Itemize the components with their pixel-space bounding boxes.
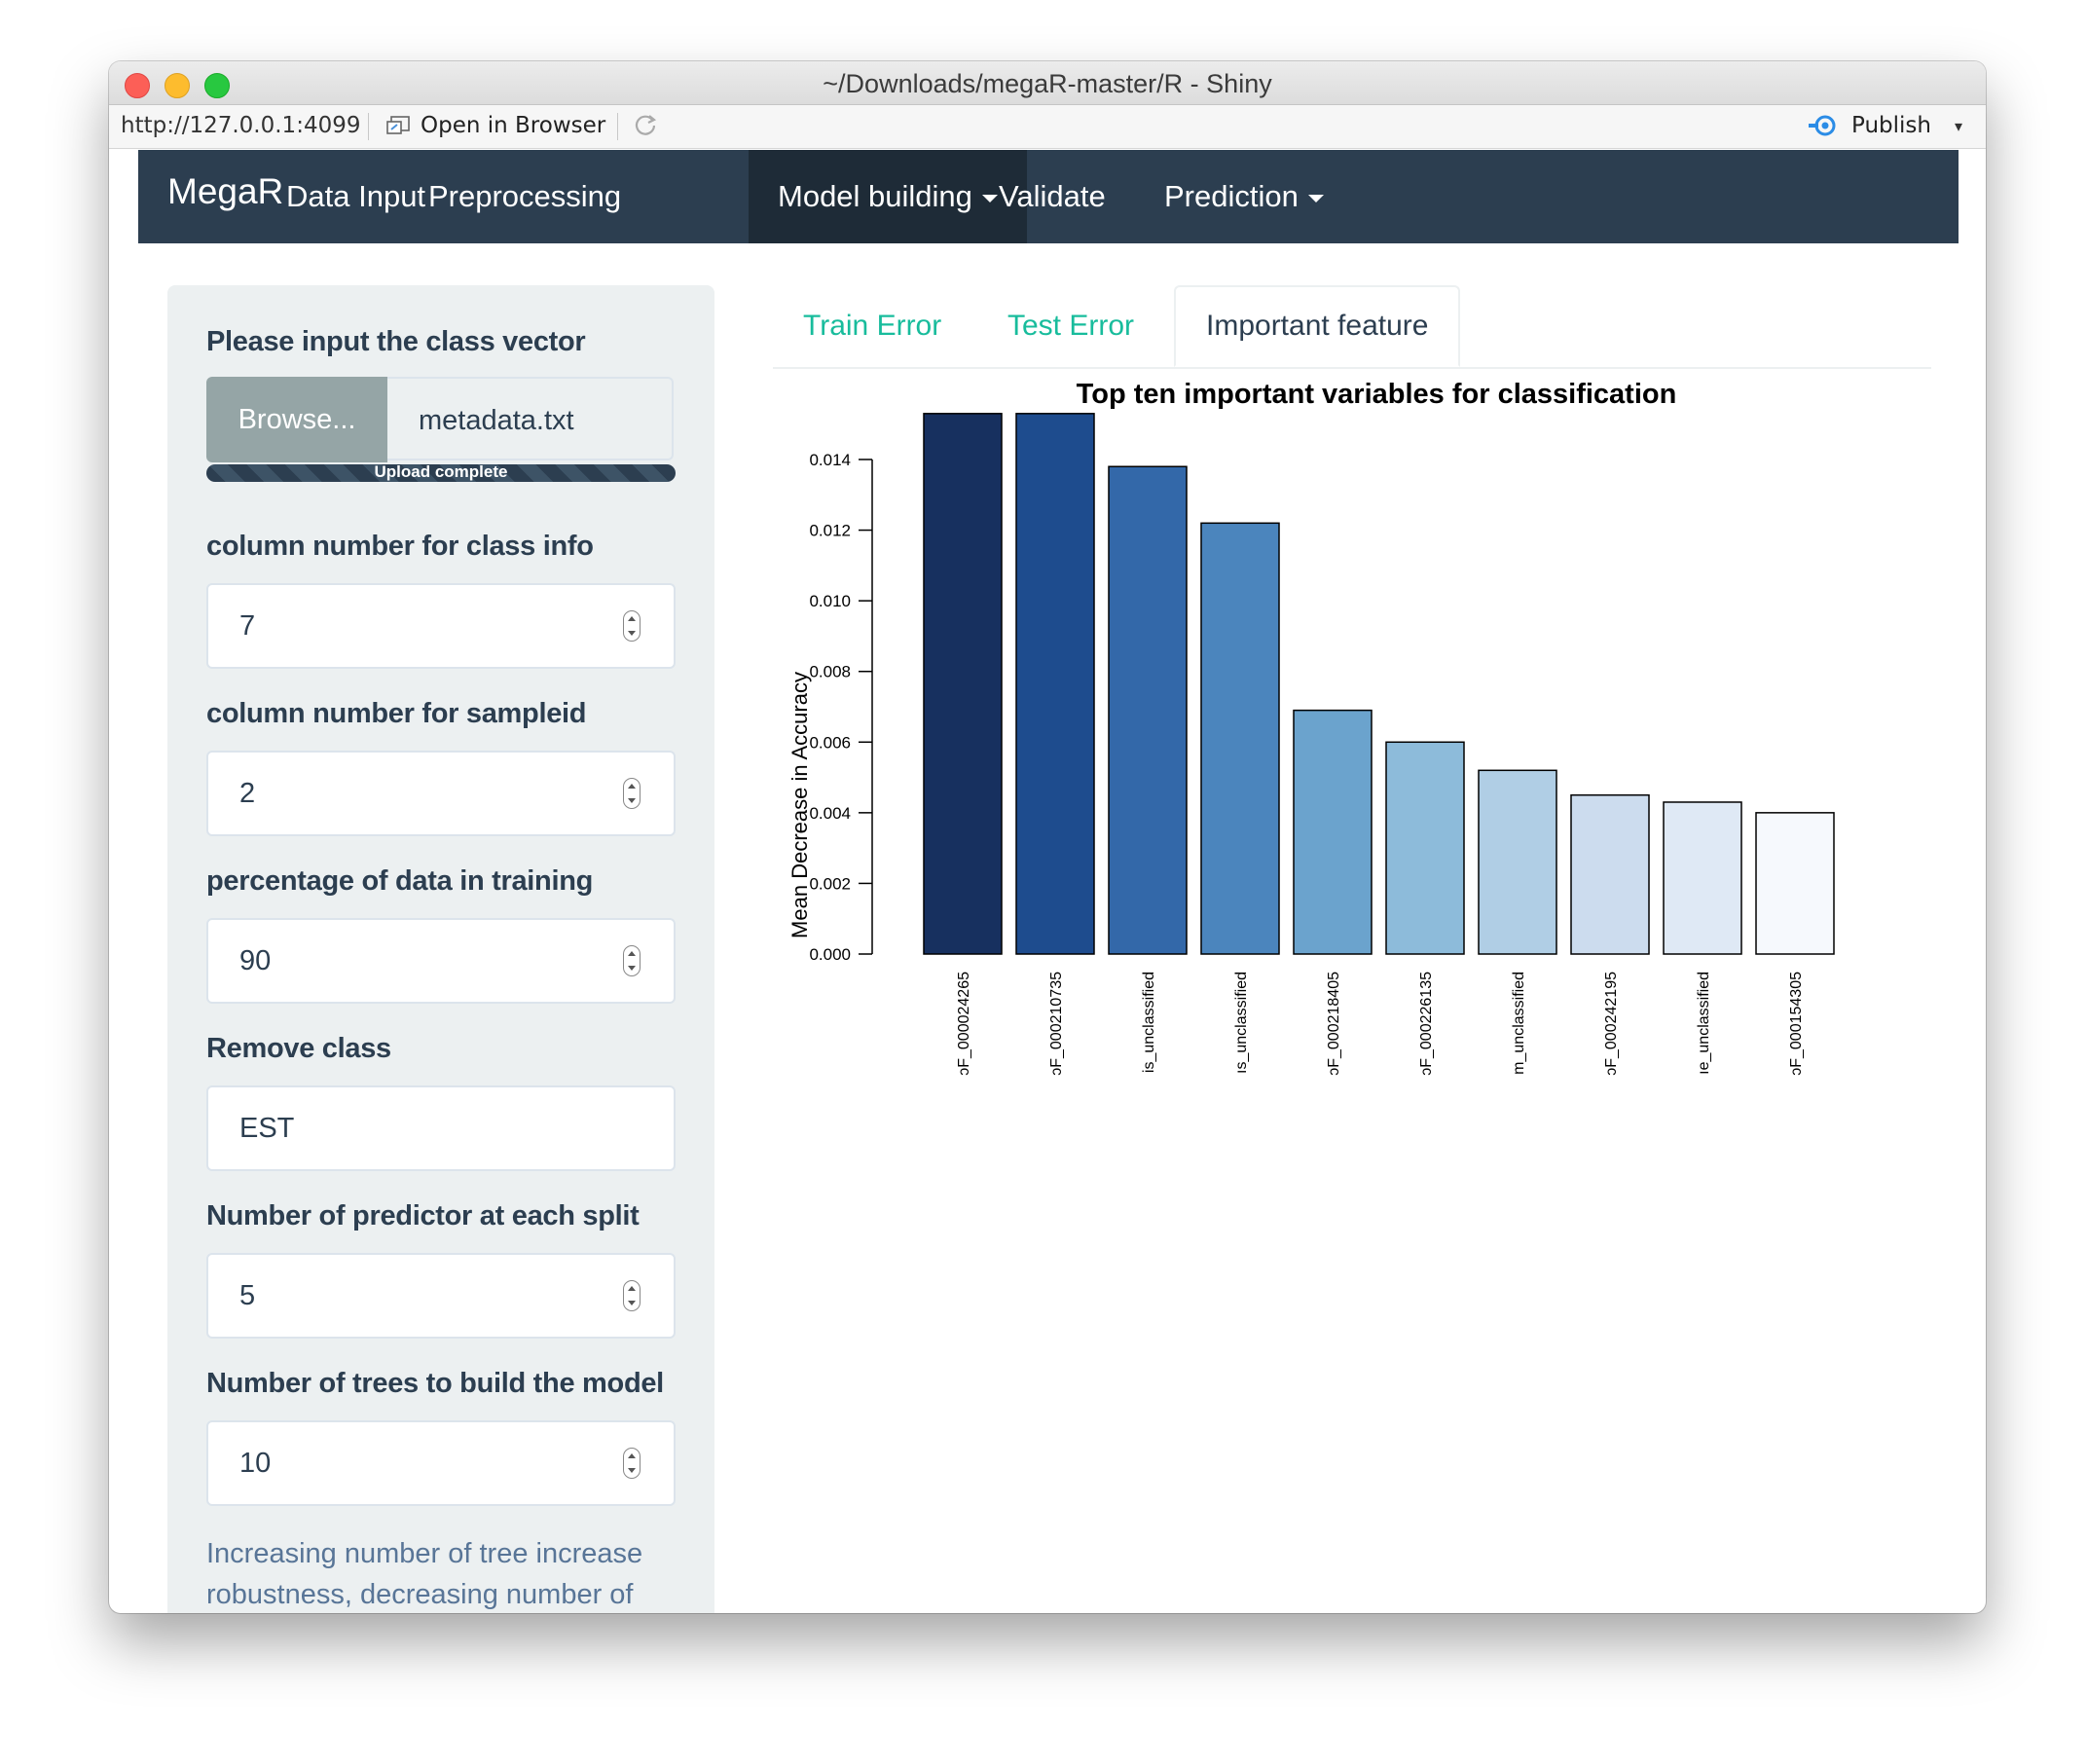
x-tick-label: is_unclassified <box>1141 972 1157 1073</box>
class-vector-label: Please input the class vector <box>206 326 586 357</box>
browse-button[interactable]: Browse... <box>206 377 387 462</box>
x-tick-labels: ɔF_000024265 ɔF_000210735 is_unclassified ı… <box>956 972 1805 1076</box>
stepper-icon[interactable] <box>623 945 641 976</box>
bar <box>1663 801 1742 955</box>
bar <box>1200 522 1280 955</box>
trees-input[interactable]: 10 <box>206 1420 676 1506</box>
chevron-down-icon[interactable]: ▾ <box>1955 117 1962 135</box>
x-tick-label: ɔF_000210735 <box>1048 972 1065 1076</box>
bar <box>1293 709 1373 955</box>
divider <box>617 113 618 140</box>
window-title: ~/Downloads/megaR-master/R - Shiny <box>823 69 1272 98</box>
stepper-icon[interactable] <box>623 1448 641 1479</box>
stepper-icon[interactable] <box>623 778 641 809</box>
refresh-icon[interactable] <box>631 111 660 140</box>
trees-label: Number of trees to build the model <box>206 1368 664 1399</box>
x-tick-label: ɔF_000154305 <box>1788 972 1805 1076</box>
sampleid-label: column number for sampleid <box>206 698 587 729</box>
bar <box>1755 812 1835 955</box>
predictor-value: 5 <box>239 1280 256 1311</box>
x-tick-label: ıs_unclassified <box>1233 972 1250 1074</box>
training-input[interactable]: 90 <box>206 918 676 1004</box>
address-bar: http://127.0.0.1:4099 Open in Browser Pu… <box>109 105 1986 149</box>
title-bar: ~/Downloads/megaR-master/R - Shiny <box>109 61 1986 105</box>
feature-importance-chart: Top ten important variables for classifi… <box>787 383 1835 1076</box>
y-tick-label: 0.000 <box>809 945 851 964</box>
class-col-input[interactable]: 7 <box>206 583 676 669</box>
predictor-input[interactable]: 5 <box>206 1253 676 1339</box>
y-tick-label: 0.004 <box>809 804 851 823</box>
bar <box>1478 769 1557 955</box>
remove-class-label: Remove class <box>206 1033 391 1064</box>
y-tick-label: 0.006 <box>809 733 851 752</box>
bar <box>1108 465 1188 955</box>
tab-test-error[interactable]: Test Error <box>977 285 1164 367</box>
navbar: MegaR Data Input Preprocessing Model bui… <box>138 150 1959 243</box>
y-tick-label: 0.002 <box>809 874 851 893</box>
y-tick-label: 0.010 <box>809 592 851 610</box>
tab-bar: Train Error Test Error Important feature <box>773 285 1931 369</box>
remove-class-value: EST <box>239 1113 295 1144</box>
x-tick-label: ɔF_000226135 <box>1418 972 1435 1076</box>
upload-progress-bar: Upload complete <box>206 464 676 482</box>
help-text: Increasing number of tree increase robus… <box>206 1538 643 1610</box>
stepper-icon[interactable] <box>623 610 641 642</box>
bar <box>1385 741 1465 955</box>
nav-validate-label: Validate <box>999 179 1106 213</box>
file-input: Browse... metadata.txt <box>206 377 676 462</box>
nav-preprocessing[interactable]: Preprocessing <box>399 150 650 243</box>
nav-prediction[interactable]: Prediction <box>1135 150 1353 243</box>
bar <box>923 413 1003 955</box>
x-tick-label: ɔF_000218405 <box>1326 972 1342 1076</box>
predictor-label: Number of predictor at each split <box>206 1200 640 1231</box>
y-axis: 0.000 0.002 0.004 0.006 0.008 0.010 0.012 0.014 <box>809 451 873 964</box>
bar <box>1570 793 1650 955</box>
class-col-value: 7 <box>239 610 256 642</box>
upload-status: Upload complete <box>374 464 508 481</box>
training-value: 90 <box>239 945 272 976</box>
url-text[interactable]: http://127.0.0.1:4099 <box>121 113 360 138</box>
class-col-label: column number for class info <box>206 531 594 562</box>
nav-model-building-label: Model building <box>778 179 972 213</box>
publish-button[interactable]: Publish ▾ <box>1808 113 1962 138</box>
app-window: ~/Downloads/megaR-master/R - Shiny http:… <box>109 61 1986 1613</box>
y-tick-label: 0.014 <box>809 451 851 469</box>
trees-value: 10 <box>239 1448 272 1479</box>
file-name-field[interactable]: metadata.txt <box>387 377 674 460</box>
training-label: percentage of data in training <box>206 865 594 897</box>
nav-validate[interactable]: Validate <box>970 150 1135 243</box>
y-axis-label: Mean Decrease in Accuracy <box>787 672 812 938</box>
y-tick-label: 0.008 <box>809 663 851 681</box>
bar <box>1015 413 1095 955</box>
sampleid-input[interactable]: 2 <box>206 751 676 836</box>
nav-prediction-label: Prediction <box>1164 179 1299 213</box>
x-tick-label: m_unclassified <box>1511 972 1527 1075</box>
x-tick-label: ɔF_000024265 <box>956 972 972 1076</box>
y-tick-label: 0.012 <box>809 522 851 540</box>
open-in-browser-label: Open in Browser <box>421 113 606 138</box>
tab-train-error[interactable]: Train Error <box>773 285 971 367</box>
publish-label: Publish <box>1850 113 1931 138</box>
sampleid-value: 2 <box>239 778 256 809</box>
remove-class-input[interactable]: EST <box>206 1085 676 1171</box>
x-tick-label: ıe_unclassified <box>1696 972 1712 1075</box>
nav-preprocessing-label: Preprocessing <box>428 179 622 213</box>
divider <box>368 113 369 140</box>
tab-important-feature[interactable]: Important feature <box>1174 285 1461 367</box>
bars <box>923 413 1835 955</box>
publish-icon <box>1808 115 1836 136</box>
chart-title: Top ten important variables for classifi… <box>1077 383 1677 410</box>
sidebar-panel: Please input the class vector Browse... … <box>167 285 714 1613</box>
x-tick-label: ɔF_000242195 <box>1603 972 1620 1076</box>
open-in-browser-button[interactable]: Open in Browser <box>385 113 605 138</box>
caret-down-icon <box>1307 194 1324 202</box>
stepper-icon[interactable] <box>623 1280 641 1311</box>
open-browser-icon <box>386 116 410 134</box>
